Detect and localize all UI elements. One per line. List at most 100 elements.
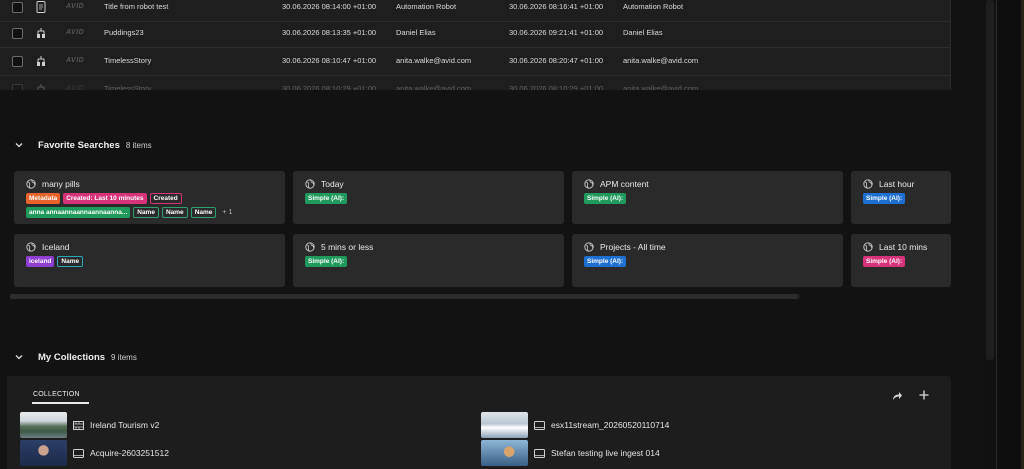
share-icon[interactable] [891,390,903,402]
row-checkbox[interactable] [12,56,23,67]
pill-list: Simple (AI): [863,193,939,204]
search-name: many pills [42,179,80,189]
globe-icon [584,179,594,189]
row-checkbox[interactable] [12,28,23,39]
filter-pill: Metadata [26,193,61,204]
card-title-row: 5 mins or less [305,240,552,254]
thumbnail[interactable] [20,412,67,438]
collection-name[interactable]: Stefan testing live ingest 014 [551,448,660,458]
globe-icon [863,179,873,189]
row-checkbox[interactable] [12,84,23,90]
pill-list: Simple (AI): [584,193,831,204]
add-icon[interactable] [918,389,930,401]
favorite-search-card[interactable]: 5 mins or less Simple (AI): [293,234,564,287]
created-by: Automation Robot [396,2,457,11]
created-by: Daniel Elias [396,28,436,37]
document-icon [36,1,46,13]
asset-title[interactable]: TimelessStory [104,56,151,65]
filter-pill: Simple (AI): [863,256,906,267]
favorite-search-card[interactable]: Last hour Simple (AI): [851,171,951,224]
card-title-row: APM content [584,177,831,191]
scrollbar-thumb[interactable] [10,294,798,299]
collection-name[interactable]: Ireland Tourism v2 [90,420,159,430]
table-row[interactable]: AVID Puddings23 30.06.2026 08:13:35 +01:00… [0,20,950,48]
my-collections-header[interactable]: My Collections 9 items [14,349,137,365]
more-pills-count[interactable]: + 1 [222,209,232,216]
created-date: 30.06.2026 08:10:47 +01:00 [282,56,377,65]
collection-name[interactable]: Acquire-2603251512 [90,448,169,458]
filter-pill: iceland [26,256,55,267]
collection-item[interactable]: esx11stream_20260520110714 [481,412,669,438]
clip-icon [534,448,545,458]
filter-pill: Simple (AI): [863,193,906,204]
favorite-search-card[interactable]: Iceland iceland Name [14,234,285,287]
clip-icon [73,448,84,458]
created-by: anita.walke@avid.com [396,84,472,90]
created-date: 30.06.2026 08:13:35 +01:00 [282,28,377,37]
sequence-icon [37,28,45,38]
filter-pill: Name [190,207,217,218]
thumbnail[interactable] [20,440,67,466]
vertical-scrollbar[interactable] [986,0,994,360]
created-by: anita.walke@avid.com [396,56,472,65]
favorite-search-card[interactable]: Projects - All time Simple (AI): [572,234,843,287]
table-row[interactable]: AVID TimelessStory 30.06.2026 08:10:29 +01… [0,76,950,90]
favorite-search-card[interactable]: Today Simple (AI): [293,171,564,224]
main-content: AVID Title from robot test 30.06.2026 08:1… [0,0,984,469]
filter-pill: Name [57,256,84,267]
filter-pill: Created [149,193,182,204]
globe-icon [26,242,36,252]
collection-item[interactable]: Acquire-2603251512 [20,440,169,466]
card-title-row: Last 10 mins [863,240,939,254]
pill-list: Simple (AI): [305,193,552,204]
right-side-panel [996,0,1024,469]
modified-date: 30.06.2026 08:16:41 +01:00 [509,2,604,11]
pill-list: Metadata Created: Last 10 minutes Created a… [26,193,273,218]
collection-item[interactable]: Stefan testing live ingest 014 [481,440,660,466]
tab-underline [32,402,89,404]
pill-list: iceland Name [26,256,273,267]
favorite-search-card[interactable]: many pills Metadata Created: Last 10 minut… [14,171,285,224]
thumbnail[interactable] [481,440,528,466]
horizontal-scrollbar[interactable] [10,294,800,299]
collections-panel: COLLECTION Ireland Tourism v2 esx11stream… [7,376,951,469]
table-divider [950,0,951,90]
thumbnail[interactable] [481,412,528,438]
favorite-searches-header[interactable]: Favorite Searches 8 items [14,137,152,153]
modified-date: 30.06.2026 08:10:29 +01:00 [509,84,604,90]
modified-date: 30.06.2026 08:20:47 +01:00 [509,56,604,65]
collection-name[interactable]: esx11stream_20260520110714 [551,420,669,430]
section-title: My Collections [38,351,106,363]
filter-pill: Simple (AI): [584,256,627,267]
modified-by: anita.walke@avid.com [623,56,699,65]
chevron-down-icon[interactable] [14,352,24,362]
search-name: Projects - All time [600,242,666,252]
table-row[interactable]: AVID Title from robot test 30.06.2026 08:1… [0,0,950,22]
sequence-icon [37,84,45,90]
asset-title[interactable]: Title from robot test [104,2,168,11]
sequence-icon [37,56,45,66]
favorite-search-card[interactable]: APM content Simple (AI): [572,171,843,224]
clip-icon [534,420,545,430]
created-date: 30.06.2026 08:10:29 +01:00 [282,84,377,90]
asset-title[interactable]: Puddings23 [104,28,144,37]
search-name: Today [321,179,344,189]
filter-pill: Name [161,207,188,218]
section-count: 9 items [111,352,137,362]
avid-logo: AVID [66,85,85,90]
card-title-row: Projects - All time [584,240,831,254]
avid-logo: AVID [66,57,85,64]
section-count: 8 items [125,140,152,150]
collection-item[interactable]: Ireland Tourism v2 [20,412,159,438]
card-title-row: Last hour [863,177,939,191]
favorite-search-card[interactable]: Last 10 mins Simple (AI): [851,234,951,287]
chevron-down-icon[interactable] [14,140,24,150]
search-name: APM content [600,179,649,189]
row-checkbox[interactable] [12,2,23,13]
table-row[interactable]: AVID TimelessStory 30.06.2026 08:10:47 +01… [0,48,950,76]
filter-pill: Simple (AI): [305,256,348,267]
tab-collection[interactable]: COLLECTION [33,391,80,398]
asset-title[interactable]: TimelessStory [104,84,151,90]
card-title-row: Today [305,177,552,191]
modified-by: Automation Robot [623,2,684,11]
